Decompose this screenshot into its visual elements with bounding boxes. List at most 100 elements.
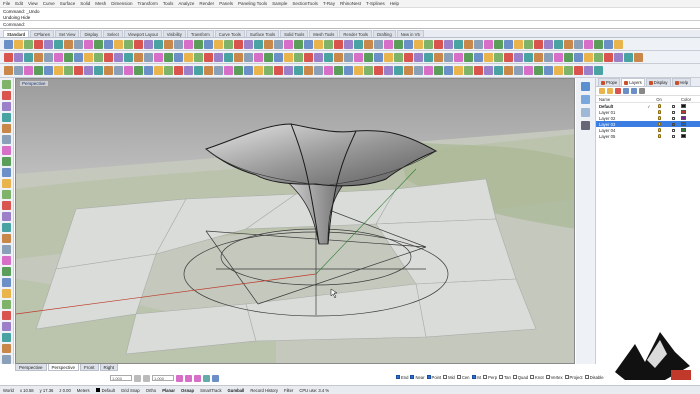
toolbar-tool-icon[interactable] [544,66,553,75]
osnap-checkbox[interactable] [530,375,535,379]
toolbar-tool-icon[interactable] [374,39,383,49]
toolbar-tool-icon[interactable] [444,39,453,49]
toolbar-tool-icon[interactable] [2,135,11,144]
toolbar-tool-icon[interactable] [144,39,153,49]
toolbar-tool-icon[interactable] [14,66,23,75]
toolbar-tool-icon[interactable] [284,66,293,75]
toolbar-tool-icon[interactable] [534,39,543,49]
toolbar-tool-icon[interactable] [2,212,11,221]
grid-snap-toggle[interactable]: Grid Snap [121,388,140,393]
toolbar-tool-icon[interactable] [284,39,293,49]
toolbar-tool-icon[interactable] [504,52,513,62]
toolbar-tool-icon[interactable] [544,39,553,49]
toolbar-tool-icon[interactable] [374,66,383,75]
panel-tab[interactable]: Help [671,78,692,86]
toolbar-tool-icon[interactable] [594,39,603,49]
lightbulb-icon[interactable] [653,133,665,139]
new-sublayer-icon[interactable] [607,88,613,94]
toolbar-tab[interactable]: Curve Tools [214,30,245,37]
toolbar-tool-icon[interactable] [504,66,513,75]
toolbar-tool-icon[interactable] [564,39,573,49]
toolbar-tool-icon[interactable] [574,66,583,75]
toolbar-tab[interactable]: Viewport Layout [123,30,162,37]
toolbar-tool-icon[interactable] [24,39,33,49]
toolbar-tool-icon[interactable] [364,66,373,75]
layer-color-swatch[interactable] [681,128,686,132]
toolbar-tool-icon[interactable] [414,39,423,49]
toolbar-tool-icon[interactable] [364,52,373,62]
toolbar-tool-icon[interactable] [454,52,463,62]
toolbar-tool-icon[interactable] [354,39,363,49]
toolbar-tool-icon[interactable] [474,52,483,62]
menu-item[interactable]: Tools [163,1,174,6]
toolbar-tool-icon[interactable] [34,66,43,75]
toolbar-tool-icon[interactable] [64,52,73,62]
toolbar-tool-icon[interactable] [104,66,113,75]
toolbar-tool-icon[interactable] [404,52,413,62]
toolbar-tool-icon[interactable] [194,39,203,49]
toolbar-tool-icon[interactable] [614,39,623,49]
toolbar-tool-icon[interactable] [374,52,383,62]
toolbar-tool-icon[interactable] [304,39,313,49]
osnap-checkbox[interactable] [471,375,476,379]
menu-item[interactable]: File [3,1,10,6]
toolbar-tool-icon[interactable] [564,52,573,62]
toolbar-tool-icon[interactable] [2,124,11,133]
toolbar-tab[interactable]: Surface Tools [245,30,280,37]
toolbar-tool-icon[interactable] [244,39,253,49]
osnap-option[interactable]: Mid [443,375,455,380]
toolbar-tool-icon[interactable] [494,39,503,49]
toolbar-tool-icon[interactable] [604,39,613,49]
toolbar-tool-icon[interactable] [264,39,273,49]
menu-item[interactable]: Dimension [111,1,132,6]
toolbar-tool-icon[interactable] [34,39,43,49]
toolbar-tool-icon[interactable] [424,39,433,49]
toolbar-tool-icon[interactable] [114,39,123,49]
toolbar-tab[interactable]: Mesh Tools [309,30,339,37]
menu-item[interactable]: RhinoNest [340,1,361,6]
toolbar-tool-icon[interactable] [184,66,193,75]
layers-icon[interactable] [581,95,590,104]
osnap-checkbox[interactable] [564,375,569,379]
lock-icon[interactable] [665,128,681,133]
menu-item[interactable]: Help [390,1,399,6]
toolbar-tool-icon[interactable] [204,52,213,62]
toolbar-tool-icon[interactable] [2,289,11,298]
scale-field-2[interactable]: 1.000 [152,375,174,381]
toolbar-tool-icon[interactable] [284,52,293,62]
osnap-option[interactable]: Knot [530,375,544,380]
toolbar-tool-icon[interactable] [24,66,33,75]
toolbar-tool-icon[interactable] [114,66,123,75]
toolbar-tool-icon[interactable] [524,39,533,49]
toolbar-tool-icon[interactable] [474,66,483,75]
toolbar-tool-icon[interactable] [264,52,273,62]
toolbar-tool-icon[interactable] [294,66,303,75]
toolbar-tab[interactable]: Set View [54,30,80,37]
settings-icon[interactable] [203,374,210,382]
toolbar-tool-icon[interactable] [2,190,11,199]
osnap-option[interactable]: Point [426,375,441,380]
toolbar-tool-icon[interactable] [464,52,473,62]
toolbar-tab[interactable]: Display [80,30,103,37]
osnap-toggle[interactable]: Osnap [181,388,194,393]
toolbar-tool-icon[interactable] [2,80,11,89]
arrow-icon[interactable] [143,374,150,382]
toolbar-tool-icon[interactable] [4,66,13,75]
toolbar-tool-icon[interactable] [4,39,13,49]
lock-icon[interactable] [665,110,681,115]
menu-item[interactable]: Paneling Tools [238,1,267,6]
toolbar-tool-icon[interactable] [154,52,163,62]
toolbar-tool-icon[interactable] [434,66,443,75]
toolbar-tool-icon[interactable] [34,52,43,62]
toolbar-tool-icon[interactable] [204,39,213,49]
toolbar-tool-icon[interactable] [334,52,343,62]
toolbar-tool-icon[interactable] [2,146,11,155]
snap-icon[interactable] [176,374,183,382]
toolbar-tool-icon[interactable] [594,66,603,75]
toolbar-tool-icon[interactable] [274,52,283,62]
toolbar-tool-icon[interactable] [44,39,53,49]
menu-item[interactable]: Surface [60,1,76,6]
toolbar-tab[interactable]: Solid Tools [280,30,309,37]
osnap-option[interactable]: Tan [499,375,511,380]
osnap-checkbox[interactable] [483,375,488,379]
